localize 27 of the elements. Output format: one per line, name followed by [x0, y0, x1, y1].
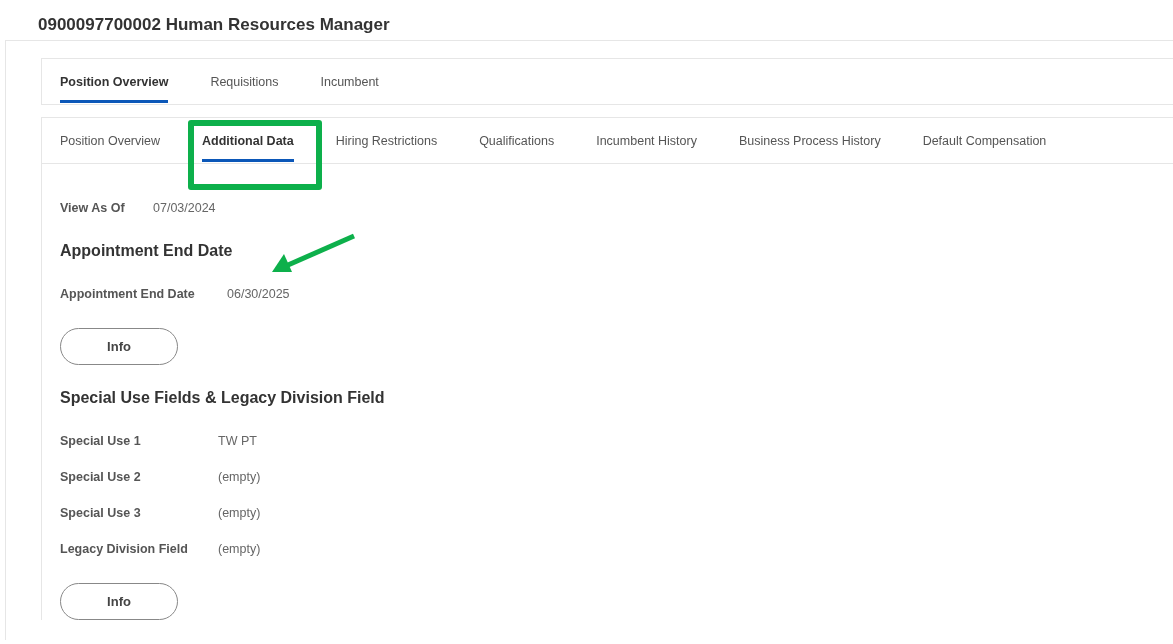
info-button[interactable]: Info [60, 328, 178, 365]
info-button[interactable]: Info [60, 583, 178, 620]
field-label: View As Of [60, 201, 126, 215]
field-label: Special Use 1 [60, 434, 142, 448]
subtab[interactable]: Default Compensation [922, 118, 1047, 163]
page-title: 0900097700002 Human Resources Manager [37, 14, 391, 36]
subtab[interactable]: Qualifications [479, 118, 555, 163]
section-heading: Special Use Fields & Legacy Division Field [60, 389, 386, 407]
subtab[interactable]: Position Overview [60, 118, 161, 163]
field-value: 06/30/2025 [227, 287, 290, 301]
subtab[interactable]: Additional Data [202, 118, 294, 163]
field-value: 07/03/2024 [153, 201, 216, 215]
field-label: Legacy Division Field [60, 542, 189, 556]
tab[interactable]: Position Overview [60, 59, 169, 104]
field-value: (empty) [218, 542, 261, 556]
subtab[interactable]: Hiring Restrictions [335, 118, 438, 163]
field-value: TW PT [218, 434, 257, 448]
field-value: (empty) [218, 506, 261, 520]
tab[interactable]: Incumbent [320, 59, 379, 104]
section-heading: Appointment End Date [60, 242, 234, 260]
subtab[interactable]: Incumbent History [596, 118, 697, 163]
field-value: (empty) [218, 470, 261, 484]
field-label: Appointment End Date [60, 287, 196, 301]
subtab[interactable]: Business Process History [738, 118, 881, 163]
tab[interactable]: Requisitions [210, 59, 279, 104]
field-label: Special Use 3 [60, 506, 142, 520]
field-label: Special Use 2 [60, 470, 142, 484]
